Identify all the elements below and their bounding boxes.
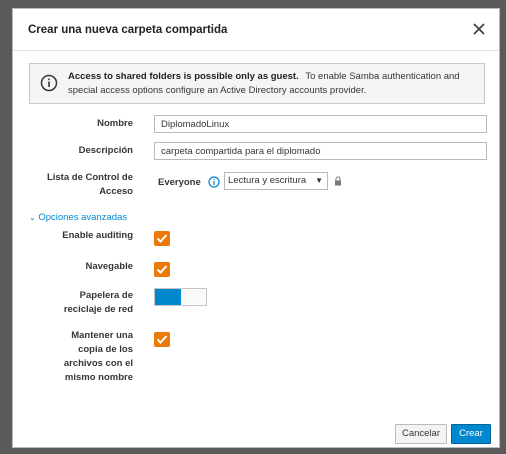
name-field[interactable] — [154, 115, 487, 133]
keep-copy-line2: copia de los — [78, 344, 133, 355]
recycle-label-line2: reciclaje de red — [63, 304, 133, 315]
alert-bold-text: Access to shared folders is possible onl… — [68, 71, 299, 82]
keep-copy-line3: archivos con el — [63, 358, 133, 369]
name-label: Nombre — [97, 118, 133, 129]
info-icon[interactable] — [208, 176, 220, 188]
description-label: Descripción — [78, 145, 133, 156]
keep-copy-line1: Mantener una — [71, 330, 133, 341]
keep-copy-label: Mantener una copia de los archivos con e… — [23, 329, 133, 385]
cancel-button[interactable]: Cancelar — [395, 424, 447, 444]
guest-access-alert: Access to shared folders is possible onl… — [29, 63, 485, 104]
auditing-checkbox[interactable] — [154, 231, 170, 246]
acl-label-line1: Lista de Control de — [46, 172, 133, 183]
create-share-dialog: Crear una nueva carpeta compartida Acces… — [12, 8, 500, 448]
switch-on-fill — [155, 289, 181, 305]
recycle-bin-switch[interactable] — [154, 288, 207, 306]
acl-user: Everyone — [158, 177, 201, 188]
advanced-options-label: Opciones avanzadas — [38, 212, 128, 223]
browsable-checkbox[interactable] — [154, 262, 170, 277]
info-icon — [40, 74, 58, 92]
alert-message: Access to shared folders is possible onl… — [68, 70, 478, 98]
keep-copy-checkbox[interactable] — [154, 332, 170, 347]
lock-icon — [335, 176, 341, 186]
acl-label: Lista de Control de Acceso — [23, 171, 133, 199]
dialog-title: Crear una nueva carpeta compartida — [28, 24, 228, 36]
recycle-label-line1: Papelera de — [79, 290, 133, 301]
acl-permission-select[interactable]: Lectura y escritura ▼ — [224, 172, 328, 190]
description-field[interactable] — [154, 142, 487, 160]
create-button[interactable]: Crear — [451, 424, 491, 444]
recycle-bin-label: Papelera de reciclaje de red — [23, 289, 133, 317]
acl-permission-value: Lectura y escritura — [228, 175, 307, 186]
chevron-down-icon: ⌄ — [29, 213, 36, 222]
auditing-label: Enable auditing — [62, 230, 133, 241]
chevron-down-icon: ▼ — [315, 176, 323, 185]
keep-copy-line4: mismo nombre — [64, 372, 133, 383]
close-icon[interactable] — [469, 19, 489, 39]
advanced-options-toggle[interactable]: ⌄ Opciones avanzadas — [29, 212, 127, 223]
dialog-header: Crear una nueva carpeta compartida — [13, 9, 499, 51]
browsable-label: Navegable — [85, 261, 133, 272]
acl-label-line2: Acceso — [99, 186, 133, 197]
